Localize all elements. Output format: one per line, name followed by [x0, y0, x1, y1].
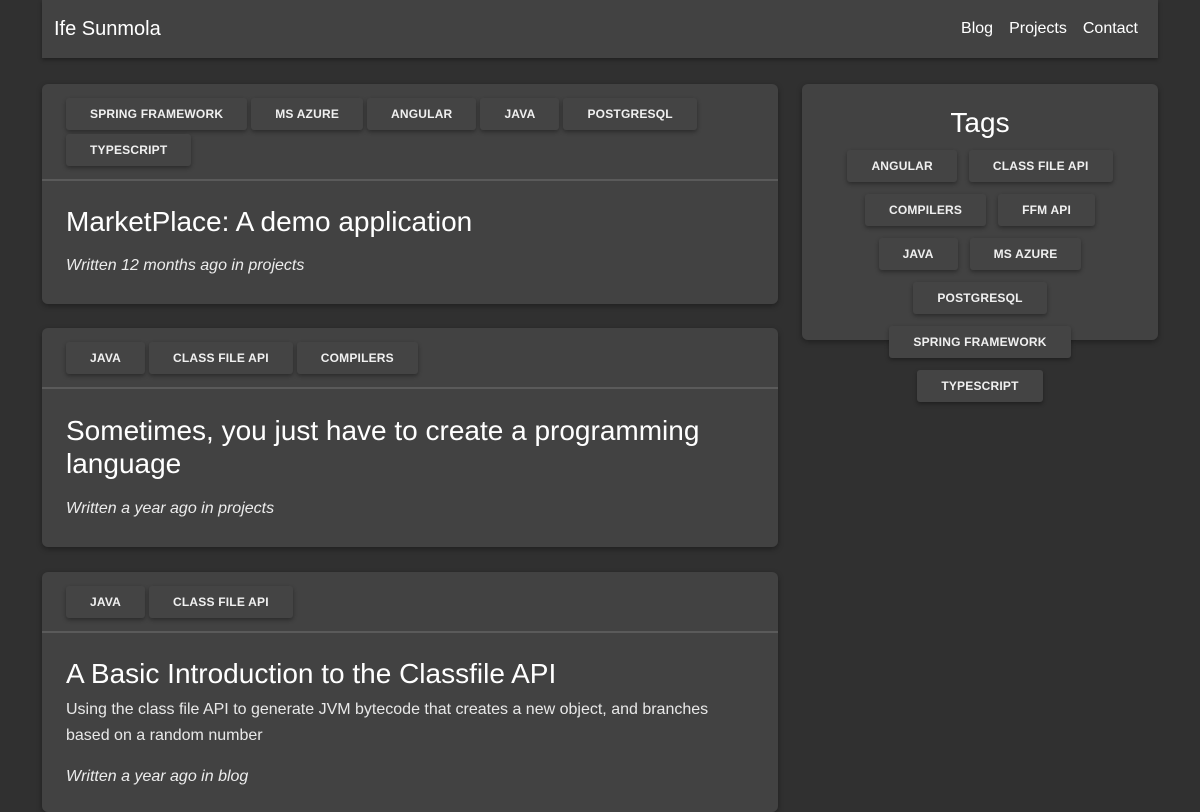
post-title[interactable]: Sometimes, you just have to create a pro… — [66, 414, 754, 480]
tag-chip[interactable]: JAVA — [66, 342, 146, 374]
tag-chip[interactable]: POSTGRESQL — [563, 98, 697, 130]
sidebar-tag-list: ANGULAR CLASS FILE API COMPILERS FFM API… — [822, 150, 1138, 414]
card-divider — [42, 179, 778, 181]
post-tag-list: SPRING FRAMEWORK MS AZURE ANGULAR JAVA P… — [66, 98, 754, 170]
tags-sidebar: Tags ANGULAR CLASS FILE API COMPILERS FF… — [802, 84, 1158, 402]
post-title[interactable]: A Basic Introduction to the Classfile AP… — [66, 657, 754, 690]
post-description: Using the class file API to generate JVM… — [66, 701, 709, 744]
sidebar-tag-chip[interactable]: CLASS FILE API — [968, 150, 1113, 182]
tag-chip[interactable]: JAVA — [480, 98, 560, 130]
site-brand[interactable]: Ife Sunmola — [54, 17, 161, 41]
card-divider — [42, 387, 778, 389]
tag-chip[interactable]: COMPILERS — [296, 342, 418, 374]
post-meta: Written a year ago in projects — [66, 500, 275, 517]
tag-chip[interactable]: CLASS FILE API — [149, 586, 293, 618]
tag-chip[interactable]: CLASS FILE API — [149, 342, 293, 374]
nav-link-contact[interactable]: Contact — [1083, 18, 1138, 40]
sidebar-tag-chip[interactable]: COMPILERS — [864, 194, 987, 226]
top-navbar: Ife Sunmola Blog Projects Contact — [42, 0, 1158, 58]
tag-chip[interactable]: MS AZURE — [251, 98, 364, 130]
post-meta: Written a year ago in blog — [66, 768, 249, 785]
nav-links: Blog Projects Contact — [945, 18, 1138, 40]
sidebar-tag-chip[interactable]: MS AZURE — [969, 238, 1082, 270]
sidebar-tag-chip[interactable]: POSTGRESQL — [913, 282, 1047, 314]
post-meta: Written 12 months ago in projects — [66, 257, 305, 274]
sidebar-title: Tags — [950, 107, 1010, 138]
sidebar-tag-chip[interactable]: ANGULAR — [847, 150, 957, 182]
post-card: SPRING FRAMEWORK MS AZURE ANGULAR JAVA P… — [42, 84, 778, 304]
tag-chip[interactable]: ANGULAR — [367, 98, 477, 130]
nav-link-blog[interactable]: Blog — [961, 18, 993, 40]
post-title[interactable]: MarketPlace: A demo application — [66, 205, 754, 238]
nav-link-projects[interactable]: Projects — [1009, 18, 1067, 40]
sidebar-tag-chip[interactable]: JAVA — [878, 238, 958, 270]
post-card: JAVA CLASS FILE API A Basic Introduction… — [42, 572, 778, 812]
sidebar-tag-chip[interactable]: TYPESCRIPT — [917, 370, 1043, 402]
post-card: JAVA CLASS FILE API COMPILERS Sometimes,… — [42, 328, 778, 547]
post-tag-list: JAVA CLASS FILE API — [66, 586, 754, 622]
tag-chip[interactable]: JAVA — [66, 586, 146, 618]
card-divider — [42, 631, 778, 633]
sidebar-tag-chip[interactable]: FFM API — [998, 194, 1096, 226]
tag-chip[interactable]: TYPESCRIPT — [66, 134, 192, 166]
sidebar-tag-chip[interactable]: SPRING FRAMEWORK — [889, 326, 1071, 358]
post-tag-list: JAVA CLASS FILE API COMPILERS — [66, 342, 754, 378]
tag-chip[interactable]: SPRING FRAMEWORK — [66, 98, 248, 130]
